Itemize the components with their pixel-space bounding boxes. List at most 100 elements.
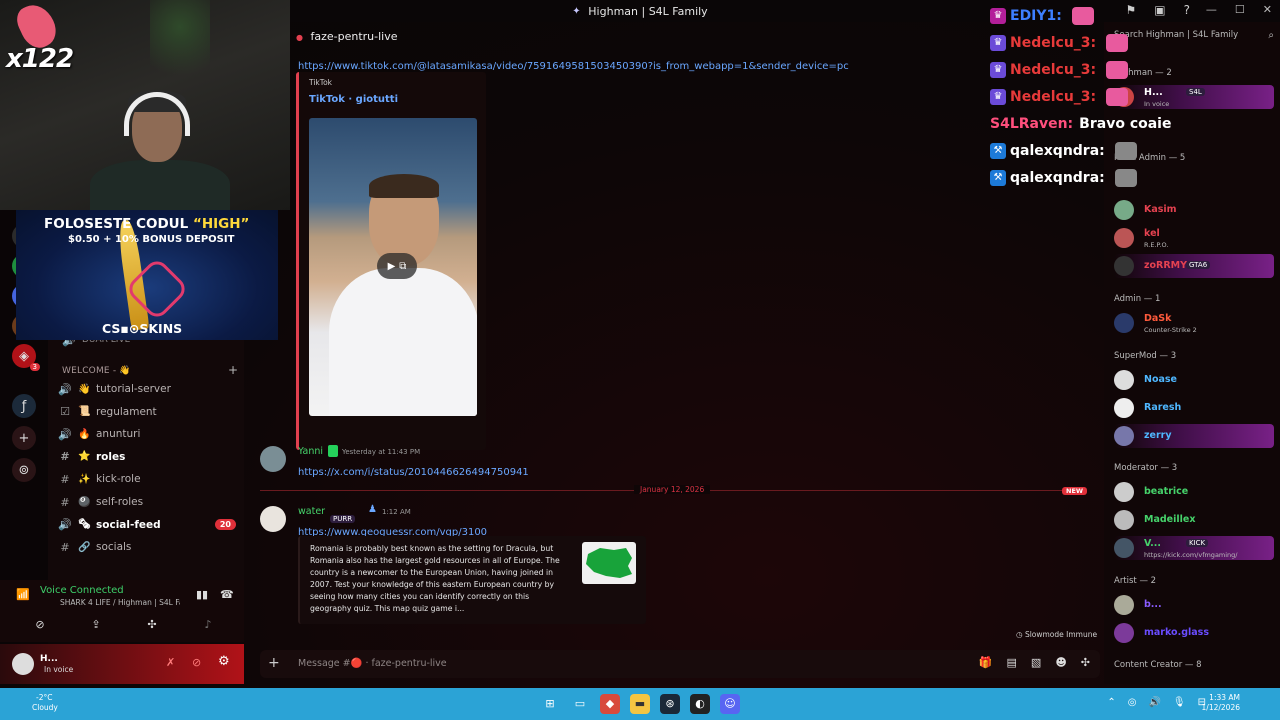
folder-icon[interactable]: ▬ (630, 694, 650, 714)
message-author[interactable]: water (298, 506, 325, 517)
promo-line1: FOLOSESTE CODUL “HIGH” (44, 216, 250, 232)
channel-name: tutorial-server (96, 383, 171, 395)
member-item[interactable]: Raresh (1114, 396, 1274, 420)
member-item[interactable]: marko.glass (1114, 621, 1274, 645)
shield-icon[interactable]: ◐ (690, 694, 710, 714)
discord-icon[interactable]: ☺ (720, 694, 740, 714)
clock[interactable]: 1:33 AM 1/12/2026 (1202, 693, 1240, 713)
message-time: 1:12 AM (382, 508, 411, 516)
channel-emoji: 🗞 (78, 519, 91, 531)
avatar (1114, 200, 1134, 220)
channel-anunturi[interactable]: 🔊 🔥 anunturi (58, 424, 240, 444)
server-icon-5[interactable]: ◈ 3 (12, 344, 40, 371)
attach-icon[interactable]: + (268, 655, 280, 671)
channel-social-feed[interactable]: 🔊 🗞 social-feed 20 (58, 515, 240, 535)
channel-name: kick-role (96, 473, 141, 486)
hash-icon: # (60, 450, 70, 464)
screen-share-icon[interactable]: ⇪ (84, 618, 108, 634)
server-icon-6[interactable]: ƒ (12, 394, 36, 418)
sticker-icon[interactable]: ▧ (1031, 656, 1041, 669)
play-button[interactable]: ▶ ⧉ (377, 253, 417, 279)
gift-icon[interactable]: 🎁 (979, 656, 993, 669)
message-input[interactable]: Message #🔴 · faze-pentru-live (298, 658, 447, 669)
message-author[interactable]: Yanni (298, 446, 323, 457)
message-composer[interactable]: + Message #🔴 · faze-pentru-live 🎁 ▤ ▧ ☻ … (260, 650, 1100, 678)
activities-icon[interactable]: ✣ (140, 618, 164, 634)
settings-gear-icon[interactable]: ⚙ (218, 654, 230, 669)
play-icon: ▶ (387, 260, 396, 272)
channel-self-roles[interactable]: # 🎱 self-roles (58, 492, 240, 512)
member-name: zerry (1144, 430, 1172, 441)
avatar (1114, 482, 1134, 502)
taskview-icon[interactable]: ▭ (570, 694, 590, 714)
tiktok-embed: TikTok TikTok · giotutti ▶ ⧉ (296, 72, 486, 450)
slowmode-indicator: ◷ Slowmode Immune (1016, 630, 1098, 639)
add-channel-icon[interactable]: + (228, 363, 238, 377)
map-thumbnail[interactable] (582, 542, 636, 584)
chat-badge-icon: ♛ (990, 62, 1006, 78)
category-welcome[interactable]: WELCOME - 👋 (62, 366, 131, 376)
start-icon[interactable]: ⊞ (540, 694, 560, 714)
gif-icon[interactable]: ▤ (1007, 656, 1017, 669)
app-tray-icon[interactable]: ◎ (1128, 697, 1137, 708)
channel-tutorial-server[interactable]: 🔊 👋 tutorial-server (58, 379, 240, 399)
channel-socials[interactable]: # 🔗 socials (58, 537, 240, 557)
voice-status: Voice Connected (40, 585, 124, 596)
member-item[interactable]: zerry (1114, 424, 1274, 448)
member-item[interactable]: b... (1114, 593, 1274, 617)
avatar[interactable] (260, 446, 286, 472)
channel-kick-role[interactable]: # ✨ kick-role (58, 469, 240, 489)
chat-username: Nedelcu_3: (1010, 35, 1097, 51)
discover-icon[interactable]: ⊚ (12, 458, 36, 482)
mic-icon[interactable]: 🎙 (1173, 697, 1186, 708)
volume-icon[interactable]: 🔊 (1148, 697, 1160, 708)
member-item[interactable]: Noase (1114, 368, 1274, 392)
channel-roles[interactable]: # ⭐ roles (58, 447, 240, 467)
channel-name: social-feed (96, 518, 161, 531)
channel-name: socials (96, 541, 132, 554)
christmas-tree (150, 0, 210, 90)
speaker-icon: 🔊 (58, 518, 72, 532)
steam-icon[interactable]: ⊛ (660, 694, 680, 714)
deafen-icon[interactable]: ⊘ (192, 656, 201, 669)
video-thumbnail[interactable]: ▶ ⧉ (309, 118, 477, 416)
user-avatar[interactable] (12, 653, 34, 675)
member-item[interactable]: zoRRMY GTA6 (1114, 254, 1274, 278)
overlay-chat-line: ⚒ qalexqndra: (990, 138, 1137, 164)
weather-widget[interactable]: -2°C Cloudy (14, 693, 58, 713)
channel-regulament[interactable]: ☑ 📜 regulament (58, 402, 240, 422)
chat-area: ● faze-pentru-live https://www.tiktok.co… (244, 22, 1104, 684)
voice-location[interactable]: SHARK 4 LIFE / Highman | S4L Fa... (60, 598, 180, 607)
discord-window: ✦ Highman | S4L Family ⚑ ▣ ? — ☐ ✕ ◆ ● ◉… (0, 0, 1280, 720)
browser-icon[interactable]: ◆ (600, 694, 620, 714)
member-item[interactable]: kel R.E.P.O. (1114, 226, 1274, 250)
avatar (1114, 398, 1134, 418)
mention-badge: 20 (214, 519, 236, 531)
member-item[interactable]: V... KICK https://kick.com/vfmgaming/ (1114, 536, 1274, 560)
member-item[interactable]: DaSk Counter-Strike 2 (1114, 311, 1274, 335)
top-link[interactable]: https://www.tiktok.com/@latasamikasa/vid… (298, 54, 849, 73)
disconnect-icon[interactable]: ☎ (220, 588, 234, 601)
add-server-icon[interactable]: + (12, 426, 36, 450)
embed-title[interactable]: TikTok · giotutti (309, 94, 398, 105)
mute-icon[interactable]: ✗ (166, 656, 175, 669)
soundboard-icon[interactable]: ♪ (196, 618, 220, 634)
member-name: marko.glass (1144, 627, 1209, 638)
avatar[interactable] (260, 506, 286, 532)
noise-icon[interactable]: ▮▮ (196, 588, 208, 601)
apps-icon[interactable]: ✣ (1081, 656, 1090, 669)
message-link[interactable]: https://x.com/i/status/20104466264947509… (298, 460, 529, 479)
embed-provider: TikTok (309, 78, 333, 87)
camera-off-icon[interactable]: ⊘ (28, 618, 52, 634)
emoji-icon[interactable]: ☻ (1055, 656, 1066, 669)
chat-username: S4LRaven: (990, 116, 1074, 132)
link-embed: Romania is probably best known as the se… (298, 536, 646, 624)
overlay-chat-line: ♛ Nedelcu_3: (990, 84, 1129, 110)
member-item[interactable]: Kasim (1114, 198, 1274, 222)
member-item[interactable]: beatrice (1114, 480, 1274, 504)
avatar (1114, 623, 1134, 643)
member-item[interactable]: Madeillex (1114, 508, 1274, 532)
member-group-header: Artist — 2 (1114, 576, 1157, 586)
avatar (1114, 538, 1134, 558)
chevron-up-icon[interactable]: ⌃ (1107, 697, 1115, 708)
